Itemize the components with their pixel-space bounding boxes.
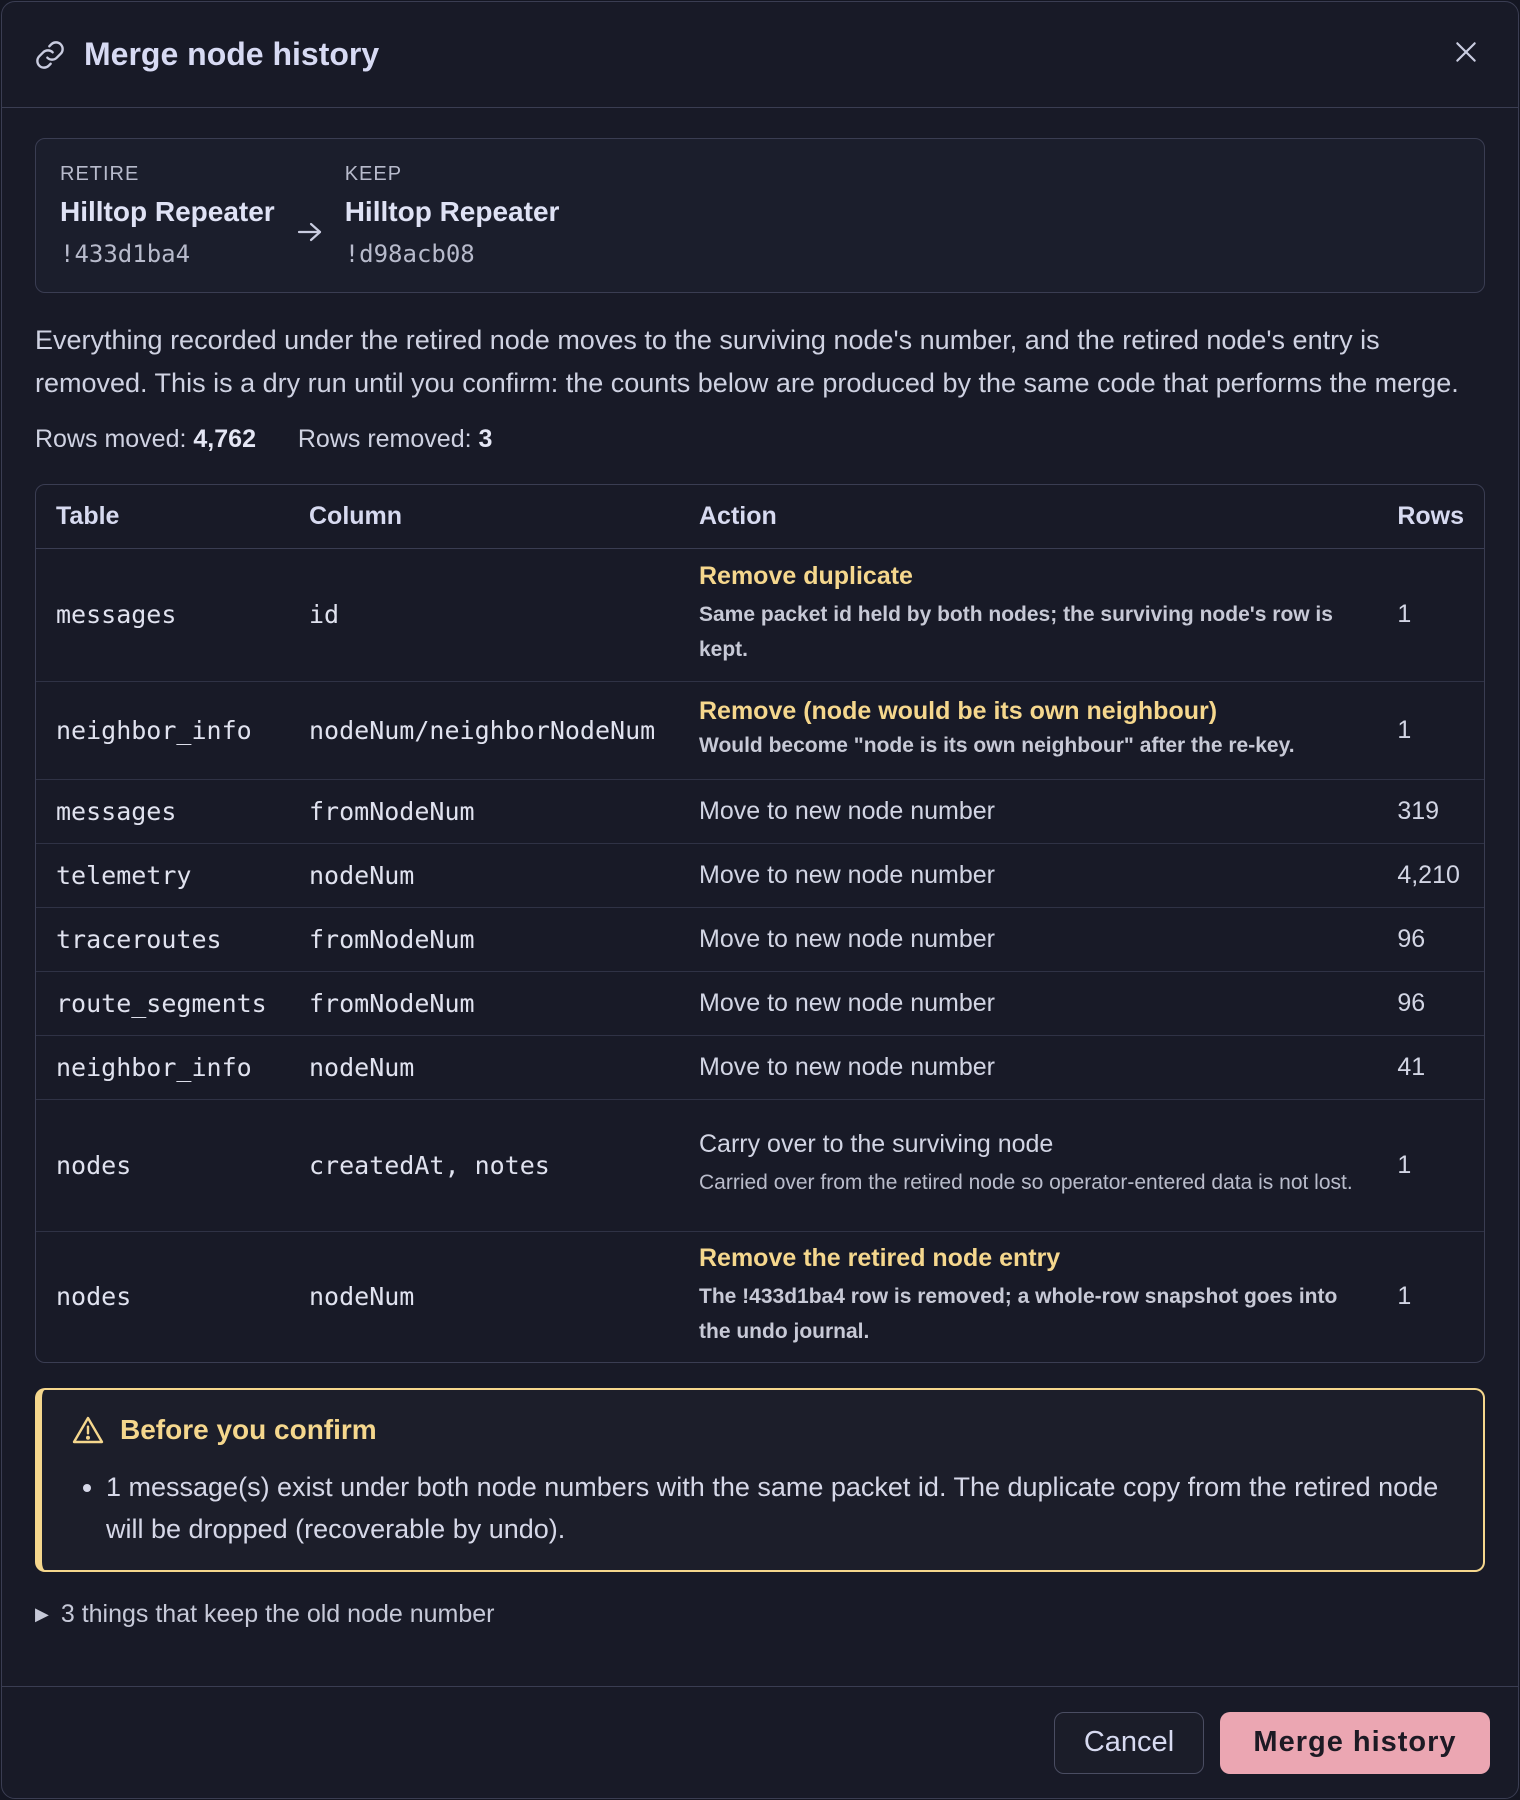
- cell-table: route_segments: [36, 970, 289, 1035]
- action-note: Same packet id held by both nodes; the s…: [699, 603, 1333, 661]
- cell-rows: 96: [1377, 906, 1484, 971]
- warning-title-text: Before you confirm: [120, 1414, 377, 1445]
- cell-column: nodeNum: [289, 1230, 679, 1362]
- header-action: Action: [679, 485, 1378, 549]
- close-button[interactable]: [1446, 35, 1486, 75]
- rows-moved-label: Rows moved:: [35, 425, 187, 453]
- cell-action: Move to new node number: [679, 1034, 1378, 1099]
- merge-history-button[interactable]: Merge history: [1220, 1711, 1490, 1774]
- cell-rows: 4,210: [1377, 842, 1484, 907]
- node-pair-card: RETIRE Hilltop Repeater !433d1ba4 KEEP H…: [35, 138, 1485, 293]
- action-title: Move to new node number: [699, 796, 996, 825]
- warning-item: 1 message(s) exist under both node numbe…: [106, 1466, 1453, 1550]
- triangle-right-icon: ▶: [35, 1604, 49, 1624]
- table-row: route_segments fromNodeNum Move to new n…: [36, 970, 1484, 1035]
- rows-removed-label: Rows removed:: [297, 425, 472, 453]
- cell-action: Remove duplicate Same packet id held by …: [679, 548, 1377, 681]
- action-title: Move to new node number: [699, 988, 996, 1017]
- warning-triangle-icon: [72, 1415, 106, 1445]
- keep-label: KEEP: [344, 163, 403, 185]
- cell-column: nodeNum/neighborNodeNum: [289, 680, 679, 779]
- keep-node-number: !d98acb08: [344, 240, 475, 268]
- cell-rows: 319: [1377, 778, 1484, 843]
- details-label: 3 things that keep the old node number: [60, 1600, 495, 1628]
- cell-table: messages: [56, 600, 177, 629]
- action-title: Move to new node number: [699, 860, 996, 889]
- cell-table: neighbor_info: [36, 680, 289, 779]
- header-table: Table: [36, 485, 289, 549]
- cell-table: telemetry: [36, 842, 289, 907]
- cell-column: fromNodeNum: [289, 906, 679, 971]
- cell-column: fromNodeNum: [289, 778, 679, 843]
- cell-action: Move to new node number: [679, 842, 1378, 907]
- close-icon: [1453, 39, 1479, 70]
- cell-rows: 1: [1377, 680, 1484, 779]
- cell-action: Move to new node number: [679, 778, 1378, 843]
- keep-node-name: Hilltop Repeater: [344, 196, 560, 227]
- action-title: Remove (node would be its own neighbour): [699, 697, 1218, 725]
- action-title: Remove duplicate: [699, 562, 913, 590]
- table-row: messages id Remove duplicate Same packet…: [36, 548, 1484, 681]
- cell-table: nodes: [36, 1098, 289, 1231]
- cell-column: createdAt, notes: [289, 1098, 679, 1231]
- link-icon: [34, 38, 68, 72]
- dialog-header: Merge node history: [2, 2, 1518, 108]
- warning-list: 1 message(s) exist under both node numbe…: [106, 1466, 1453, 1550]
- retire-node: RETIRE Hilltop Repeater !433d1ba4: [60, 161, 275, 268]
- cell-rows: 41: [1377, 1034, 1484, 1099]
- row-counts: Rows moved: 4,762 Rows removed: 3: [35, 425, 1485, 454]
- confirm-warning: Before you confirm 1 message(s) exist un…: [35, 1388, 1485, 1572]
- arrow-right-icon: [275, 161, 345, 243]
- action-note: The !433d1ba4 row is removed; a whole-ro…: [699, 1285, 1338, 1344]
- table-row: neighbor_info nodeNum Move to new node n…: [36, 1034, 1484, 1099]
- table-row: nodes nodeNum Remove the retired node en…: [36, 1230, 1484, 1362]
- action-title: Carry over to the surviving node: [699, 1130, 1054, 1158]
- table-row: messages fromNodeNum Move to new node nu…: [36, 778, 1484, 843]
- table-row: traceroutes fromNodeNum Move to new node…: [36, 906, 1484, 971]
- cell-column: nodeNum: [289, 842, 679, 907]
- cell-column: id: [309, 600, 340, 629]
- cell-action: Move to new node number: [679, 906, 1378, 971]
- rows-moved-value: 4,762: [193, 425, 256, 453]
- cell-rows: 1: [1377, 1098, 1484, 1231]
- cell-table: nodes: [36, 1230, 289, 1362]
- cell-rows: 96: [1377, 970, 1484, 1035]
- cell-column: fromNodeNum: [289, 970, 679, 1035]
- table-row: telemetry nodeNum Move to new node numbe…: [36, 842, 1484, 907]
- retire-node-number: !433d1ba4: [60, 240, 191, 268]
- dialog-body: RETIRE Hilltop Repeater !433d1ba4 KEEP H…: [2, 108, 1518, 1629]
- header-column: Column: [289, 485, 679, 549]
- dialog-title: Merge node history: [84, 36, 380, 72]
- cell-table: neighbor_info: [36, 1034, 289, 1099]
- action-note: Would become "node is its own neighbour"…: [699, 734, 1295, 757]
- cell-action: Remove (node would be its own neighbour)…: [679, 680, 1378, 779]
- cancel-button[interactable]: Cancel: [1054, 1711, 1204, 1774]
- retire-node-name: Hilltop Repeater: [60, 196, 275, 227]
- retire-label: RETIRE: [60, 163, 140, 185]
- action-title: Remove the retired node entry: [699, 1244, 1061, 1273]
- cell-table: traceroutes: [36, 906, 289, 971]
- rows-removed-value: 3: [478, 425, 493, 453]
- merge-dialog: Merge node history RETIRE Hilltop Repeat…: [1, 1, 1519, 1799]
- dialog-footer: Cancel Merge history: [2, 1686, 1518, 1798]
- action-title: Move to new node number: [699, 1052, 996, 1081]
- table-row: neighbor_info nodeNum/neighborNodeNum Re…: [36, 680, 1484, 779]
- merge-description: Everything recorded under the retired no…: [35, 325, 1459, 398]
- table-row: nodes createdAt, notes Carry over to the…: [36, 1098, 1484, 1231]
- cell-rows: 1: [1397, 600, 1412, 628]
- cell-column: nodeNum: [289, 1034, 679, 1099]
- cell-action: Remove the retired node entry The !433d1…: [679, 1230, 1378, 1362]
- old-number-details-toggle[interactable]: ▶ 3 things that keep the old node number: [35, 1600, 1485, 1629]
- cell-table: messages: [36, 778, 289, 843]
- action-title: Move to new node number: [699, 924, 996, 953]
- keep-node: KEEP Hilltop Repeater !d98acb08: [345, 161, 560, 268]
- header-rows: Rows: [1377, 485, 1484, 549]
- cell-action: Carry over to the surviving node Carried…: [679, 1098, 1378, 1231]
- warning-title: Before you confirm: [72, 1414, 1453, 1446]
- action-note: Carried over from the retired node so op…: [699, 1171, 1353, 1194]
- cell-action: Move to new node number: [679, 970, 1378, 1035]
- merge-plan-table: Table Column Action Rows messages id Rem…: [35, 484, 1485, 1363]
- cell-rows: 1: [1377, 1230, 1484, 1362]
